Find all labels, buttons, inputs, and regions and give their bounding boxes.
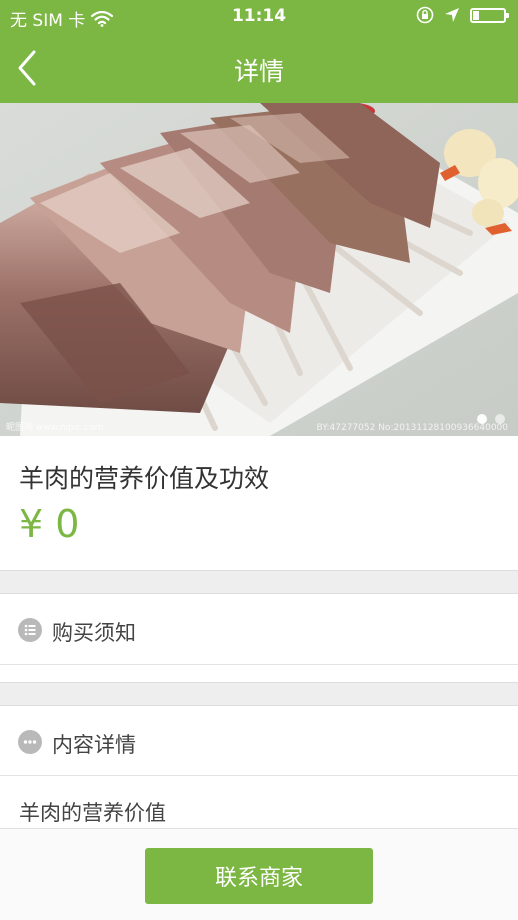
carousel-dot-active[interactable] (477, 414, 487, 424)
image-watermark-left: 昵图网 www.nipic.com (6, 423, 104, 433)
page-title: 详情 (233, 57, 284, 86)
product-image-carousel[interactable]: 昵图网 www.nipic.com BY:47277052 No:2013112… (0, 103, 518, 436)
product-photo (0, 103, 518, 436)
content-details-row[interactable]: 内容详情 (0, 706, 518, 776)
section-divider (0, 682, 518, 706)
row-divider (0, 664, 518, 665)
purchase-notice-row[interactable]: 购买须知 (0, 594, 518, 664)
product-info: 羊肉的营养价值及功效 ¥ 0 (0, 436, 518, 570)
product-title: 羊肉的营养价值及功效 (19, 464, 270, 493)
contact-merchant-button[interactable]: 联系商家 (145, 848, 373, 904)
list-icon (18, 618, 42, 642)
row-divider (0, 775, 518, 776)
bottom-action-bar: 联系商家 (0, 828, 518, 920)
section-divider (0, 570, 518, 594)
location-arrow-icon (445, 8, 459, 22)
rotation-lock-icon (416, 6, 434, 24)
more-icon (18, 730, 42, 754)
nav-bar: 详情 (0, 34, 518, 103)
content-body-text: 羊肉的营养价值 (19, 801, 166, 825)
status-bar: 无 SIM 卡 11:14 (0, 0, 518, 34)
content-details-label: 内容详情 (52, 733, 136, 757)
battery-level-fill (473, 10, 479, 20)
battery-icon (470, 7, 509, 23)
purchase-notice-label: 购买须知 (52, 621, 136, 645)
status-indicators (416, 6, 509, 24)
carousel-page-indicator (477, 414, 505, 424)
product-price: ¥ 0 (19, 502, 80, 546)
app-header: 无 SIM 卡 11:14 详情 (0, 0, 518, 103)
carousel-dot[interactable] (495, 414, 505, 424)
image-watermark-right: BY:47277052 No:20131128100936640000 (316, 423, 508, 433)
